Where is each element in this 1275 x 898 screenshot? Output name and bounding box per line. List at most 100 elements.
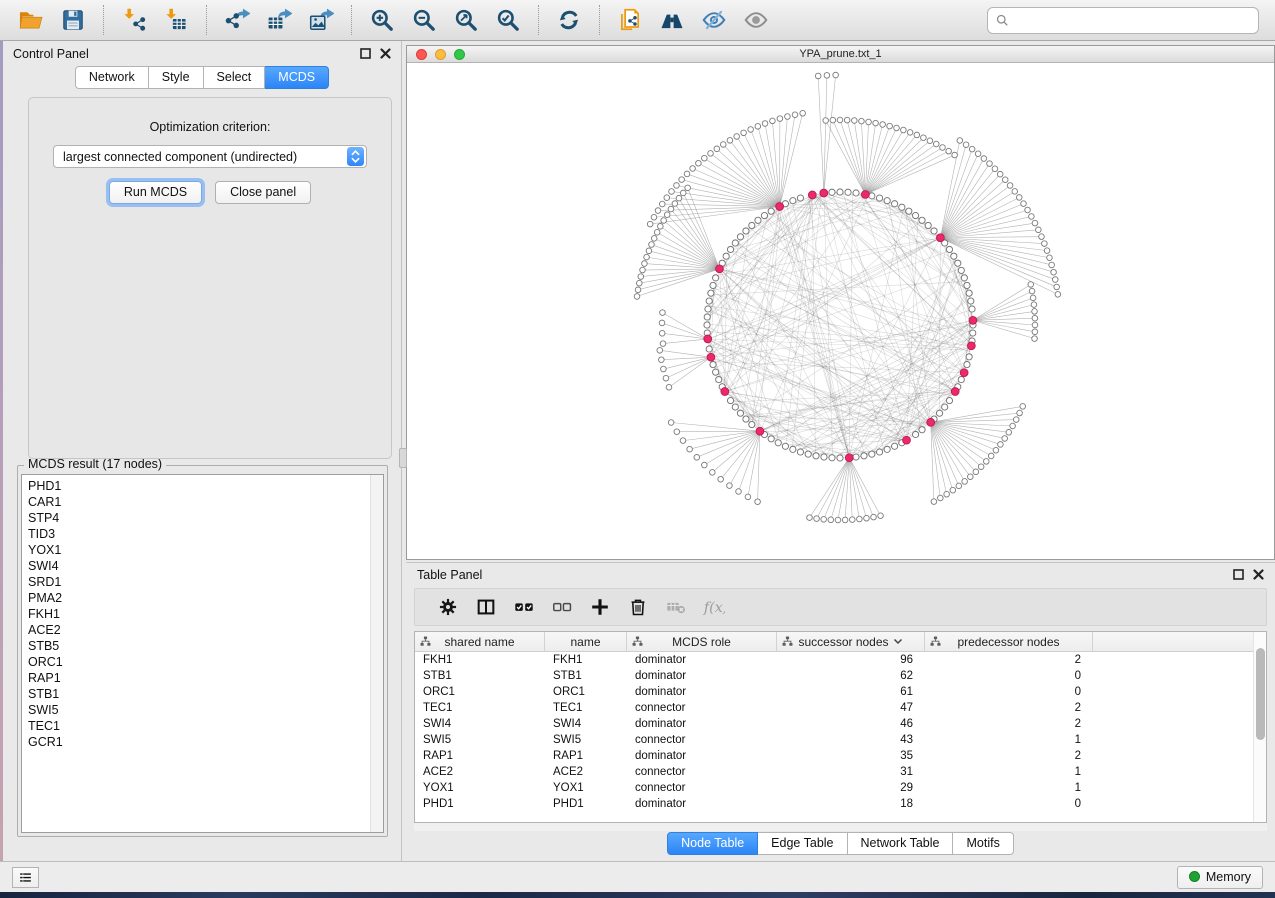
cell-name[interactable]: RAP1 [545, 750, 627, 762]
mcds-result-item[interactable]: STB1 [28, 686, 370, 702]
select-all-button[interactable] [505, 591, 543, 623]
cell-MCDS-role[interactable]: connector [627, 702, 777, 714]
cell-successor-nodes[interactable]: 46 [777, 718, 925, 730]
cell-predecessor-nodes[interactable]: 0 [925, 798, 1093, 810]
import-network-button[interactable] [117, 3, 151, 37]
cell-shared-name[interactable]: PHD1 [415, 798, 545, 810]
mcds-result-item[interactable]: CAR1 [28, 494, 370, 510]
mcds-result-item[interactable]: PMA2 [28, 590, 370, 606]
network-titlebar[interactable]: YPA_prune.txt_1 [407, 46, 1274, 63]
cell-name[interactable]: PHD1 [545, 798, 627, 810]
cell-predecessor-nodes[interactable]: 2 [925, 750, 1093, 762]
mcds-result-item[interactable]: SRD1 [28, 574, 370, 590]
binoculars-button[interactable] [655, 3, 689, 37]
export-network-button[interactable] [220, 3, 254, 37]
cell-name[interactable]: FKH1 [545, 654, 627, 666]
column-header-successor-nodes[interactable]: successor nodes [777, 632, 925, 651]
table-tab-node-table[interactable]: Node Table [667, 832, 758, 855]
table-row[interactable]: TEC1TEC1connector472 [415, 700, 1266, 716]
cell-successor-nodes[interactable]: 96 [777, 654, 925, 666]
delete-table-button[interactable] [657, 591, 695, 623]
mcds-result-item[interactable]: STB5 [28, 638, 370, 654]
table-row[interactable]: ACE2ACE2connector311 [415, 764, 1266, 780]
cell-predecessor-nodes[interactable]: 1 [925, 782, 1093, 794]
cell-name[interactable]: SWI5 [545, 734, 627, 746]
search-input[interactable] [987, 7, 1259, 34]
mcds-result-item[interactable]: SWI4 [28, 558, 370, 574]
import-table-button[interactable] [159, 3, 193, 37]
cell-successor-nodes[interactable]: 62 [777, 670, 925, 682]
mcds-result-item[interactable]: FKH1 [28, 606, 370, 622]
mcds-result-item[interactable]: ACE2 [28, 622, 370, 638]
cell-MCDS-role[interactable]: dominator [627, 670, 777, 682]
cell-name[interactable]: SWI4 [545, 718, 627, 730]
cell-name[interactable]: ACE2 [545, 766, 627, 778]
mcds-result-item[interactable]: TID3 [28, 526, 370, 542]
cell-MCDS-role[interactable]: dominator [627, 718, 777, 730]
cell-successor-nodes[interactable]: 61 [777, 686, 925, 698]
deselect-all-button[interactable] [543, 591, 581, 623]
zoom-out-button[interactable] [407, 3, 441, 37]
mcds-result-item[interactable]: ORC1 [28, 654, 370, 670]
delete-columns-button[interactable] [619, 591, 657, 623]
search-field[interactable] [1015, 13, 1251, 27]
tab-mcds[interactable]: MCDS [265, 66, 329, 89]
cell-name[interactable]: STB1 [545, 670, 627, 682]
table-row[interactable]: FKH1FKH1dominator962 [415, 652, 1266, 668]
cell-predecessor-nodes[interactable]: 1 [925, 734, 1093, 746]
cell-name[interactable]: YOX1 [545, 782, 627, 794]
cell-shared-name[interactable]: RAP1 [415, 750, 545, 762]
export-image-button[interactable] [304, 3, 338, 37]
cell-successor-nodes[interactable]: 18 [777, 798, 925, 810]
cell-MCDS-role[interactable]: connector [627, 782, 777, 794]
task-history-button[interactable] [12, 867, 39, 888]
close-panel-button[interactable]: Close panel [215, 181, 311, 204]
float-panel-icon[interactable] [360, 48, 371, 59]
tab-style[interactable]: Style [149, 66, 204, 89]
cell-shared-name[interactable]: ACE2 [415, 766, 545, 778]
float-table-panel-icon[interactable] [1233, 569, 1244, 580]
mcds-result-item[interactable]: TEC1 [28, 718, 370, 734]
tab-network[interactable]: Network [75, 66, 149, 89]
show-columns-button[interactable] [467, 591, 505, 623]
cell-MCDS-role[interactable]: dominator [627, 798, 777, 810]
cell-successor-nodes[interactable]: 31 [777, 766, 925, 778]
hide-graphics-details-button[interactable] [697, 3, 731, 37]
cell-predecessor-nodes[interactable]: 2 [925, 654, 1093, 666]
export-table-button[interactable] [262, 3, 296, 37]
table-horizontal-scrollbar[interactable] [414, 823, 1267, 831]
cell-name[interactable]: TEC1 [545, 702, 627, 714]
save-session-button[interactable] [56, 3, 90, 37]
share-document-button[interactable] [613, 3, 647, 37]
cell-MCDS-role[interactable]: connector [627, 734, 777, 746]
table-row[interactable]: YOX1YOX1connector291 [415, 780, 1266, 796]
cell-predecessor-nodes[interactable]: 2 [925, 718, 1093, 730]
table-row[interactable]: SWI4SWI4dominator462 [415, 716, 1266, 732]
cell-predecessor-nodes[interactable]: 2 [925, 702, 1093, 714]
zoom-fit-button[interactable] [449, 3, 483, 37]
cell-MCDS-role[interactable]: dominator [627, 686, 777, 698]
cell-MCDS-role[interactable]: dominator [627, 654, 777, 666]
cell-successor-nodes[interactable]: 35 [777, 750, 925, 762]
close-table-panel-icon[interactable] [1253, 569, 1264, 580]
cell-MCDS-role[interactable]: dominator [627, 750, 777, 762]
function-builder-button[interactable]: f(x) [695, 591, 733, 623]
apply-preferred-layout-button[interactable] [552, 3, 586, 37]
criterion-select[interactable]: largest connected component (undirected) [53, 145, 367, 168]
zoom-selected-button[interactable] [491, 3, 525, 37]
table-tab-edge-table[interactable]: Edge Table [758, 832, 847, 855]
cell-shared-name[interactable]: ORC1 [415, 686, 545, 698]
table-vertical-scrollbar[interactable] [1253, 632, 1266, 822]
mcds-result-item[interactable]: PHD1 [28, 478, 370, 494]
table-tab-network-table[interactable]: Network Table [848, 832, 954, 855]
show-graphics-details-button[interactable] [739, 3, 773, 37]
cell-shared-name[interactable]: YOX1 [415, 782, 545, 794]
cell-name[interactable]: ORC1 [545, 686, 627, 698]
cell-predecessor-nodes[interactable]: 0 [925, 686, 1093, 698]
column-header-name[interactable]: name [545, 632, 627, 651]
mcds-result-item[interactable]: STP4 [28, 510, 370, 526]
cell-shared-name[interactable]: STB1 [415, 670, 545, 682]
cell-successor-nodes[interactable]: 43 [777, 734, 925, 746]
cell-successor-nodes[interactable]: 29 [777, 782, 925, 794]
column-header-predecessor-nodes[interactable]: predecessor nodes [925, 632, 1093, 651]
